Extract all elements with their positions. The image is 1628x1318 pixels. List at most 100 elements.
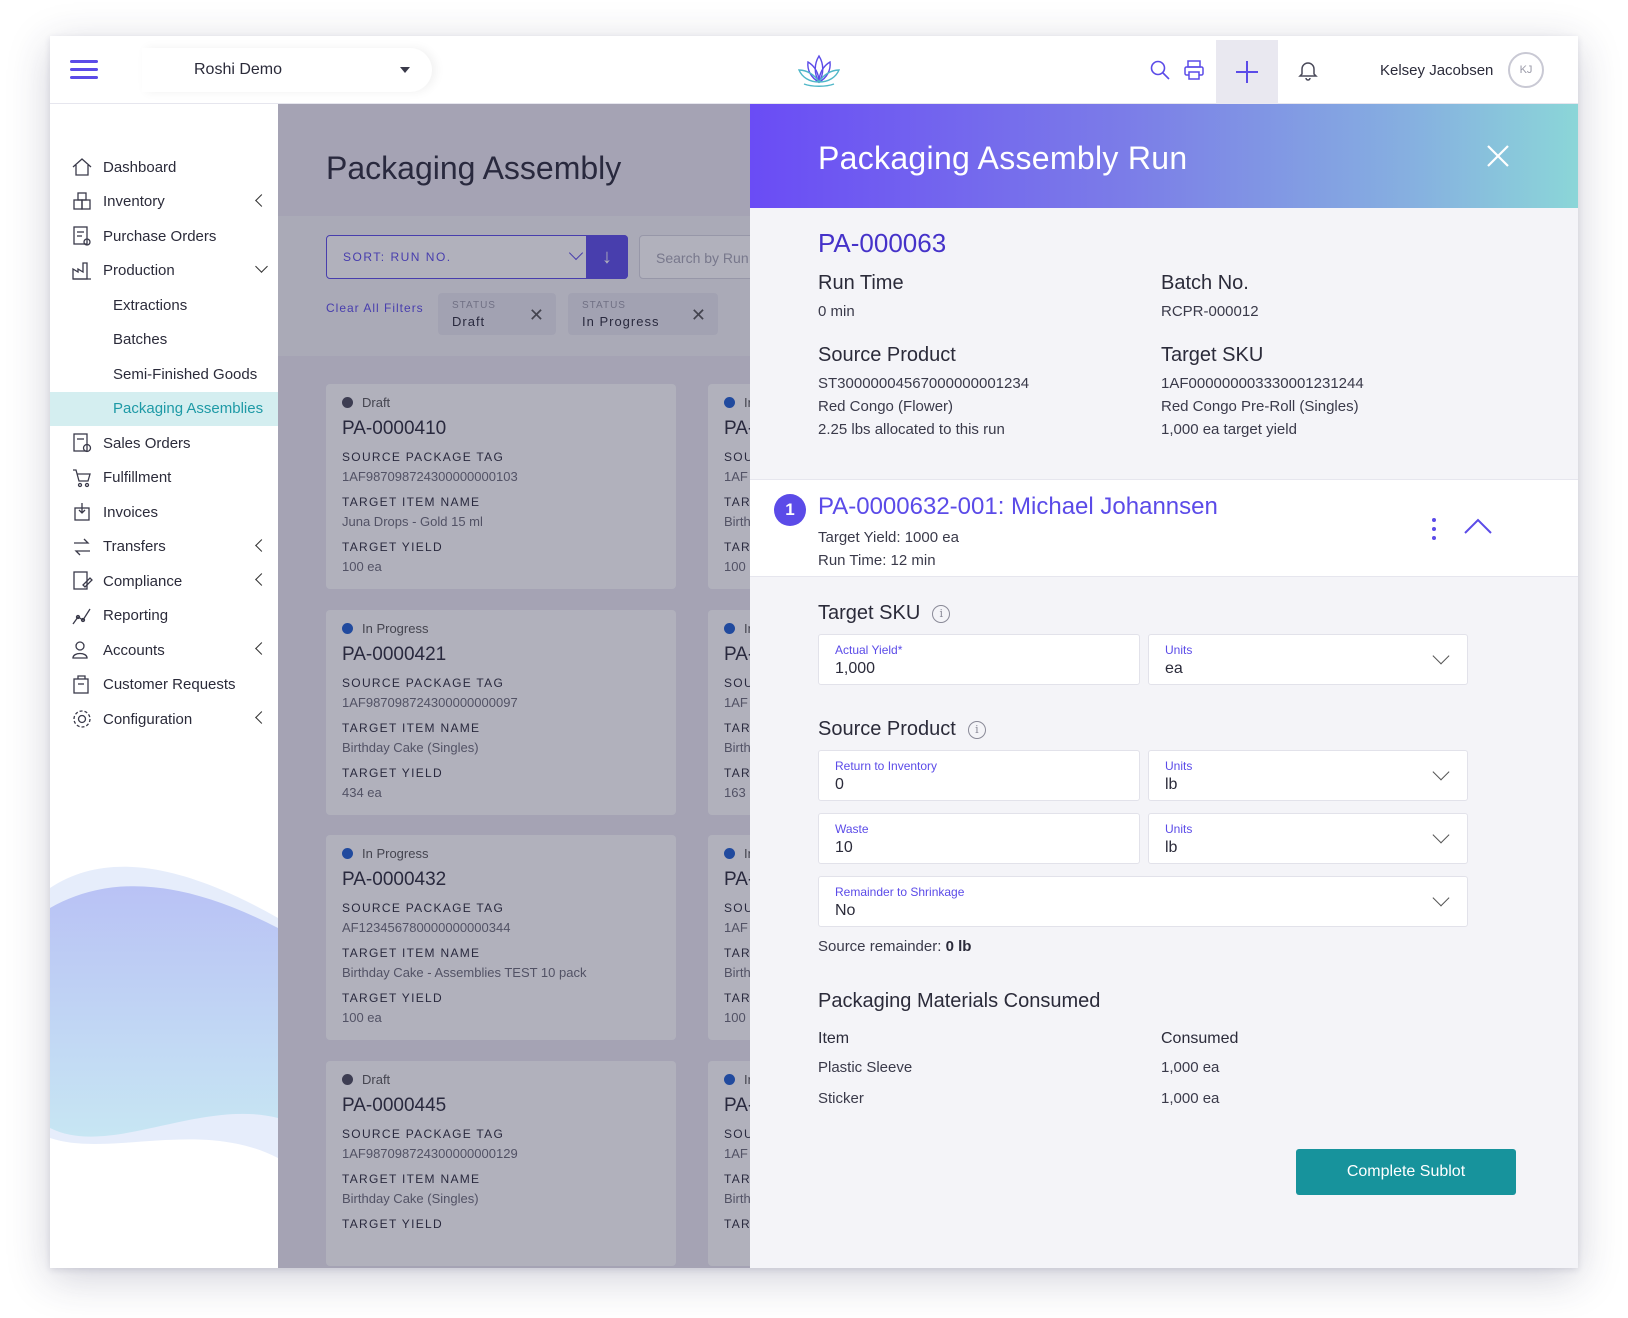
material-consumed: 1,000 ea	[1161, 1059, 1220, 1076]
sidebar-item-semi-finished-goods[interactable]: Semi-Finished Goods	[50, 357, 278, 392]
target-units-select[interactable]: Units ea	[1148, 634, 1468, 685]
sublot-header[interactable]: 1 PA-0000632-001: Michael Johannsen Targ…	[750, 479, 1578, 577]
sidebar-item-inventory[interactable]: Inventory	[50, 185, 278, 220]
sidebar-item-customer-requests[interactable]: Customer Requests	[50, 668, 278, 703]
menu-icon[interactable]	[70, 60, 98, 80]
field-label: Units	[1165, 822, 1193, 836]
field-label: Return to Inventory	[835, 759, 938, 773]
run-id: PA-000063	[818, 228, 947, 258]
lotus-logo-icon	[797, 54, 841, 87]
sidebar-item-purchase-orders[interactable]: Purchase Orders	[50, 219, 278, 254]
boxes-icon	[73, 192, 91, 210]
top-bar: Roshi Demo Kelsey Jacobsen KJ	[50, 36, 1578, 104]
target-tag: 1AF000000003330001231244	[1161, 375, 1364, 392]
field-value: lb	[1165, 839, 1178, 856]
sidebar-item-sales-orders[interactable]: Sales Orders	[50, 426, 278, 461]
target-name: Red Congo Pre-Roll (Singles)	[1161, 398, 1359, 415]
field-value: 1,000	[835, 660, 876, 677]
chevron-down-icon	[1432, 647, 1450, 665]
sidebar-item-compliance[interactable]: Compliance	[50, 564, 278, 599]
chevron-up-icon[interactable]	[1462, 516, 1494, 536]
return-units-select[interactable]: Units lb	[1148, 750, 1468, 801]
sidebar-item-invoices[interactable]: Invoices	[50, 495, 278, 530]
chevron-down-icon	[1432, 763, 1450, 781]
section-label: Source Product	[818, 718, 956, 740]
app-window: Roshi Demo Kelsey Jacobsen KJ Dashboard …	[50, 36, 1578, 1268]
sublot-number-badge: 1	[774, 494, 806, 526]
run-time-value: 0 min	[818, 303, 855, 320]
target-sku-label: Target SKU	[1161, 344, 1264, 366]
sidebar-item-packaging-assemblies[interactable]: Packaging Assemblies	[50, 391, 278, 426]
sidebar-item-label: Invoices	[103, 503, 159, 521]
materials-section-title: Packaging Materials Consumed	[818, 990, 1100, 1013]
sidebar-nav: Dashboard Inventory Purchase Orders Prod…	[50, 150, 278, 737]
transfer-icon	[74, 538, 90, 556]
add-button[interactable]	[1216, 40, 1278, 104]
sidebar-item-extractions[interactable]: Extractions	[50, 288, 278, 323]
field-label: Units	[1165, 759, 1193, 773]
user-name[interactable]: Kelsey Jacobsen	[1380, 62, 1493, 79]
sidebar-item-label: Fulfillment	[103, 469, 172, 487]
sidebar-item-label: Purchase Orders	[103, 227, 217, 245]
home-icon	[72, 158, 92, 176]
avatar[interactable]: KJ	[1508, 52, 1544, 88]
chevron-left-icon	[255, 573, 268, 586]
modal-overlay[interactable]	[278, 104, 750, 1268]
close-icon[interactable]	[1484, 142, 1512, 170]
sidebar-item-configuration[interactable]: Configuration	[50, 702, 278, 737]
more-options-icon[interactable]	[1430, 518, 1438, 544]
complete-sublot-button[interactable]: Complete Sublot	[1296, 1149, 1516, 1195]
sublot-target-yield: Target Yield: 1000 ea	[818, 529, 959, 546]
search-icon[interactable]	[1148, 58, 1172, 82]
sidebar-item-label: Configuration	[103, 710, 193, 728]
drawer-title: Packaging Assembly Run	[818, 140, 1188, 176]
sidebar-item-label: Dashboard	[103, 158, 177, 176]
batch-value: RCPR-000012	[1161, 303, 1259, 320]
sidebar-item-dashboard[interactable]: Dashboard	[50, 150, 278, 185]
bell-icon[interactable]	[1296, 58, 1320, 82]
target-sku-details: 1AF000000003330001231244 Red Congo Pre-R…	[1161, 372, 1364, 441]
chevron-down-icon	[255, 259, 268, 273]
waste-units-select[interactable]: Units lb	[1148, 813, 1468, 864]
workspace-selector[interactable]: Roshi Demo	[142, 48, 432, 92]
plus-icon	[1236, 61, 1258, 83]
cart-icon	[73, 469, 91, 487]
sidebar-item-accounts[interactable]: Accounts	[50, 633, 278, 668]
field-value: No	[835, 902, 856, 919]
waste-field[interactable]: Waste 10	[818, 813, 1140, 864]
sublot-run-time: Run Time: 12 min	[818, 552, 936, 569]
run-drawer: Packaging Assembly Run PA-000063 Run Tim…	[750, 104, 1578, 1268]
sales-order-icon	[73, 433, 92, 453]
workspace-name: Roshi Demo	[194, 61, 283, 78]
source-name: Red Congo (Flower)	[818, 398, 954, 415]
source-product-section-title: Source Product i	[818, 718, 986, 741]
sidebar-item-label: Production	[103, 262, 175, 280]
sidebar-item-label: Sales Orders	[103, 434, 191, 452]
invoice-icon	[74, 503, 90, 521]
sidebar-item-fulfillment[interactable]: Fulfillment	[50, 461, 278, 496]
actual-yield-field[interactable]: Actual Yield* 1,000	[818, 634, 1140, 685]
printer-icon[interactable]	[1182, 58, 1206, 82]
info-icon[interactable]: i	[932, 604, 951, 623]
sidebar: Dashboard Inventory Purchase Orders Prod…	[50, 104, 278, 1268]
sidebar-item-reporting[interactable]: Reporting	[50, 599, 278, 634]
sidebar-item-transfers[interactable]: Transfers	[50, 530, 278, 565]
remainder-label: Source remainder:	[818, 938, 942, 955]
decorative-wave	[50, 866, 278, 1158]
info-icon[interactable]: i	[967, 720, 986, 739]
target-yield: 1,000 ea target yield	[1161, 421, 1297, 438]
shrinkage-select[interactable]: Remainder to Shrinkage No	[818, 876, 1468, 927]
field-value: 0	[835, 776, 844, 793]
source-product-label: Source Product	[818, 344, 956, 366]
return-to-inventory-field[interactable]: Return to Inventory 0	[818, 750, 1140, 801]
sidebar-item-production[interactable]: Production	[50, 254, 278, 289]
drawer-header: Packaging Assembly Run	[750, 104, 1578, 208]
caret-down-icon	[400, 67, 410, 73]
sidebar-item-label: Customer Requests	[103, 676, 236, 694]
sidebar-item-label: Inventory	[103, 193, 165, 211]
field-value: ea	[1165, 660, 1183, 677]
customer-request-icon	[73, 675, 89, 694]
sidebar-item-batches[interactable]: Batches	[50, 323, 278, 358]
reporting-icon	[72, 608, 91, 625]
run-time-label: Run Time	[818, 272, 904, 294]
